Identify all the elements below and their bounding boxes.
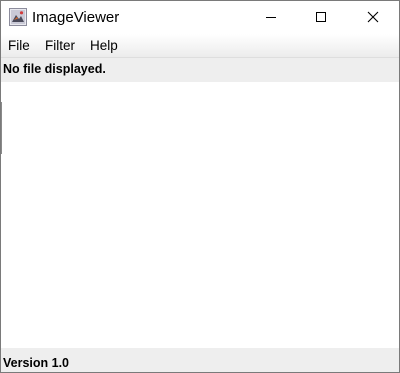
menu-help[interactable]: Help	[90, 38, 118, 54]
filename-panel: No file displayed.	[1, 58, 399, 82]
maximize-icon	[315, 11, 327, 23]
title-bar[interactable]: ImageViewer	[1, 1, 399, 34]
close-icon	[367, 11, 379, 23]
status-bar: Version 1.0	[1, 348, 399, 372]
panel-edge-divider	[1, 102, 2, 154]
maximize-button[interactable]	[298, 1, 344, 33]
menu-bar: File Filter Help	[1, 34, 399, 58]
filename-label: No file displayed.	[3, 62, 106, 76]
image-display-area[interactable]	[1, 82, 399, 348]
menu-file[interactable]: File	[8, 38, 30, 54]
version-label: Version 1.0	[3, 356, 70, 370]
minimize-icon	[265, 11, 277, 23]
menu-filter[interactable]: Filter	[45, 38, 75, 54]
java-app-icon	[9, 8, 27, 26]
minimize-button[interactable]	[248, 1, 294, 33]
window-title: ImageViewer	[32, 9, 120, 26]
close-button[interactable]	[350, 1, 396, 33]
image-viewer-window: ImageViewer File Filter Help No file dis…	[0, 0, 400, 373]
